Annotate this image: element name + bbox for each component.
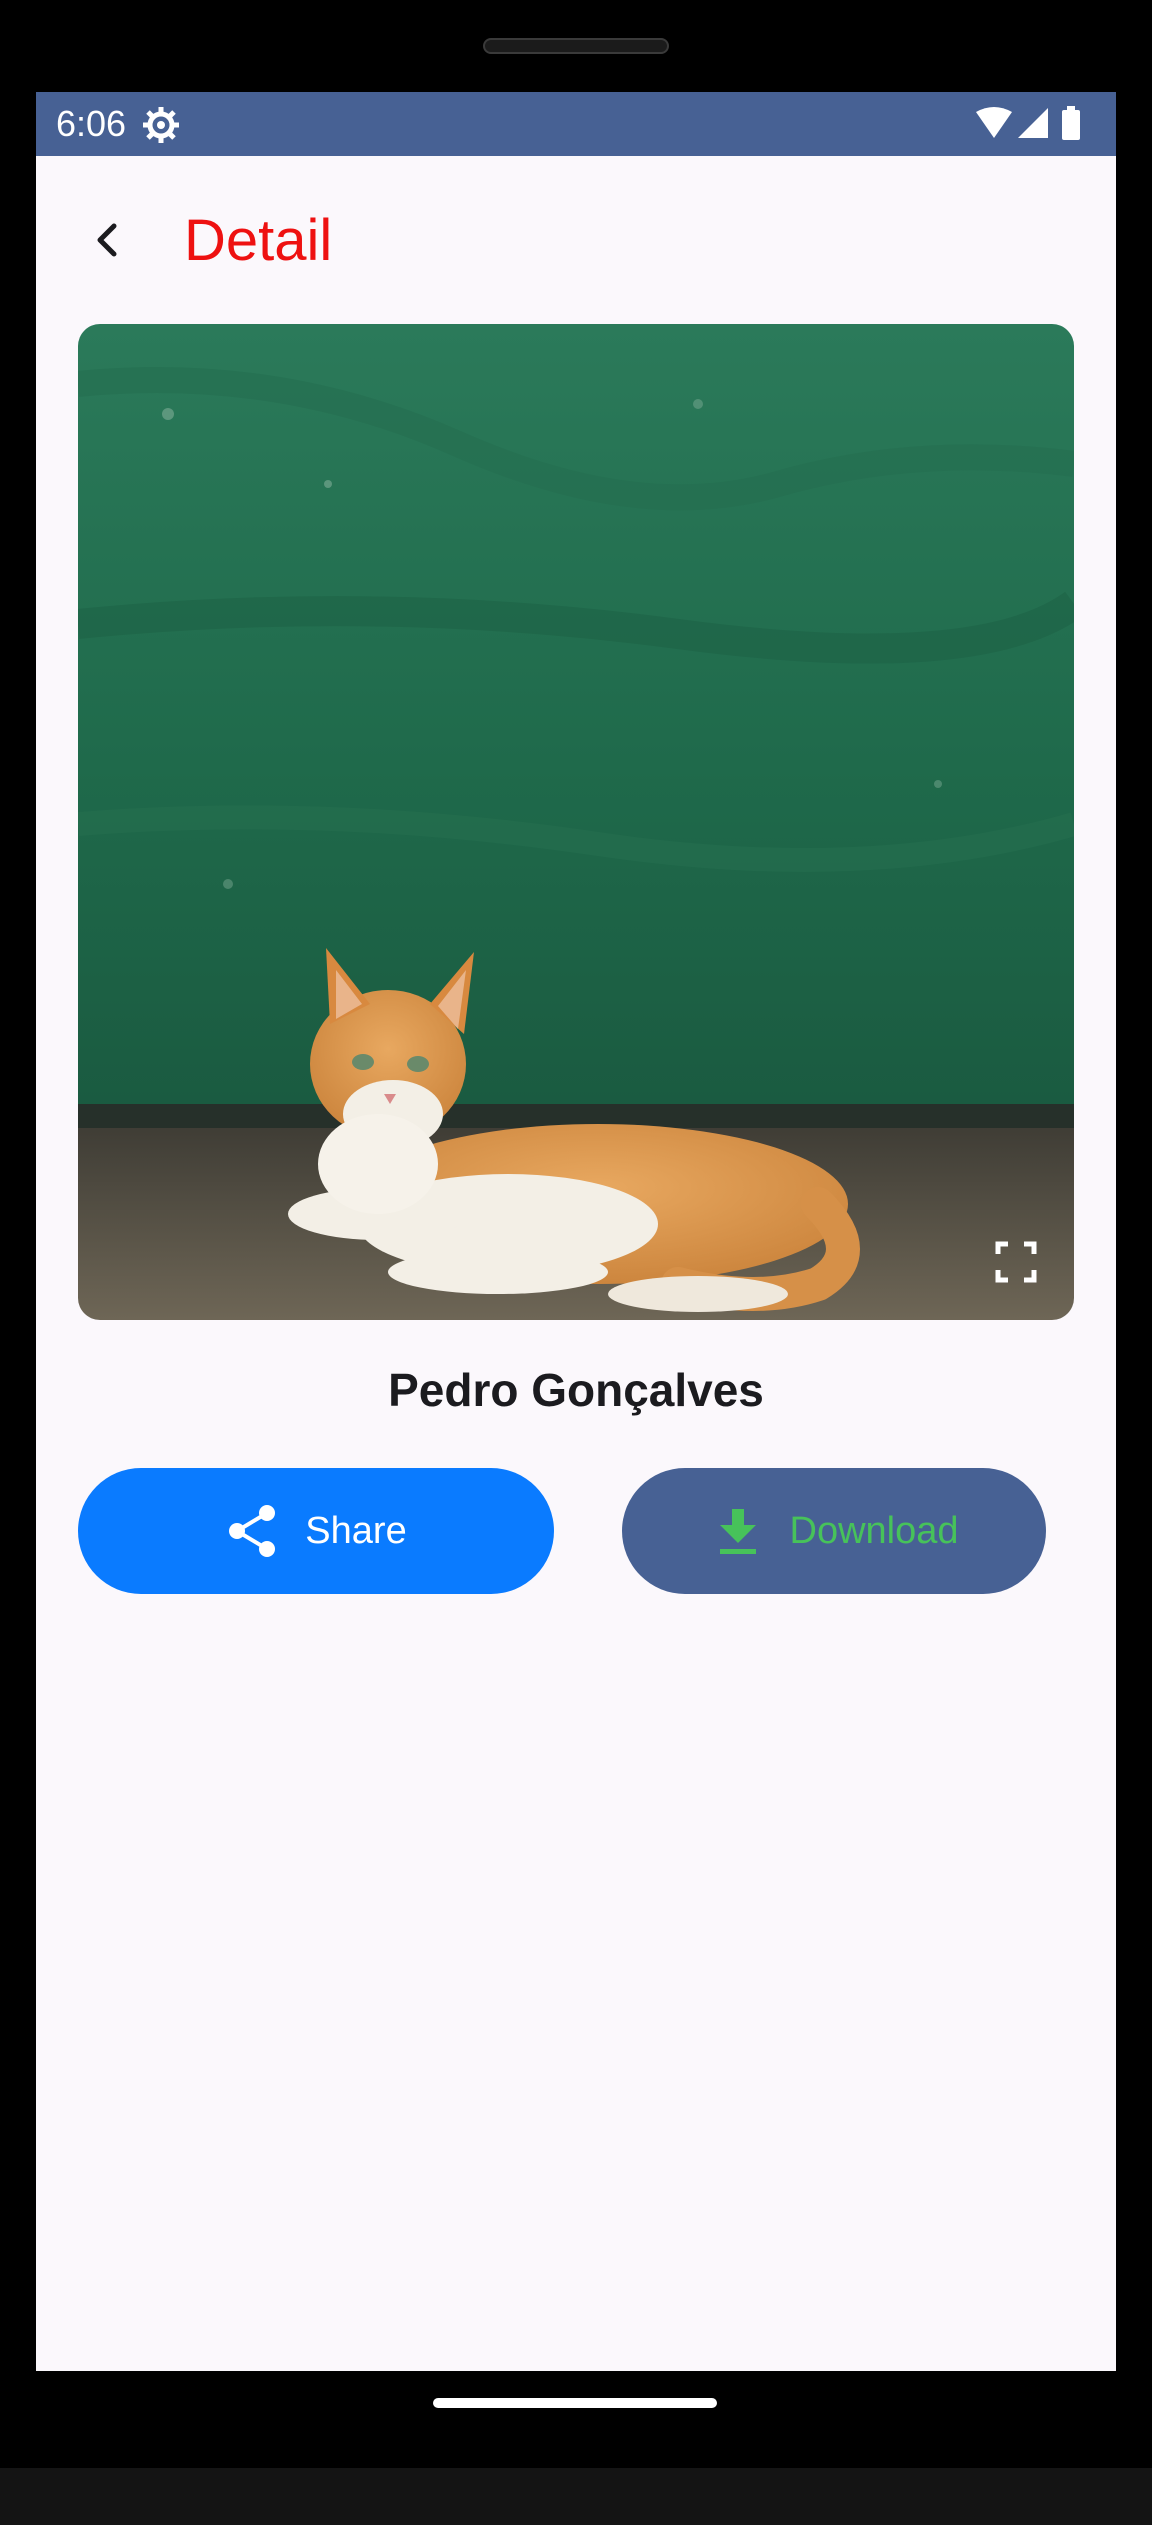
battery-icon	[1062, 106, 1080, 140]
top-app-bar: Detail	[36, 156, 1116, 326]
gesture-navigation-handle[interactable]	[433, 2398, 717, 2408]
app-screen: 6:06 Detail Pedro Gonçalves Share Downlo…	[36, 92, 1116, 2371]
download-icon	[710, 1503, 766, 1559]
share-button[interactable]: Share	[78, 1468, 554, 1594]
fullscreen-button[interactable]	[994, 1240, 1038, 1284]
author-name: Pedro Gonçalves	[388, 1364, 764, 1416]
wifi-icon	[976, 107, 1012, 138]
bottom-bezel	[0, 2468, 1152, 2525]
cell-signal-icon	[1018, 108, 1048, 138]
status-bar: 6:06	[36, 92, 1116, 156]
chevron-left-icon	[97, 223, 117, 257]
earpiece-speaker	[483, 38, 669, 54]
download-button[interactable]: Download	[622, 1468, 1046, 1594]
cat-photo[interactable]	[78, 324, 1074, 1320]
settings-gear-icon	[142, 106, 180, 144]
status-indicators	[974, 106, 1094, 142]
status-time: 6:06	[56, 103, 127, 144]
download-label: Download	[789, 1509, 959, 1552]
fullscreen-icon	[995, 1241, 1037, 1283]
share-icon	[225, 1503, 281, 1559]
back-button[interactable]	[76, 208, 140, 272]
share-label: Share	[305, 1509, 407, 1552]
device-frame: 6:06 Detail Pedro Gonçalves Share Downlo…	[0, 0, 1152, 2525]
page-title: Detail	[184, 208, 333, 273]
